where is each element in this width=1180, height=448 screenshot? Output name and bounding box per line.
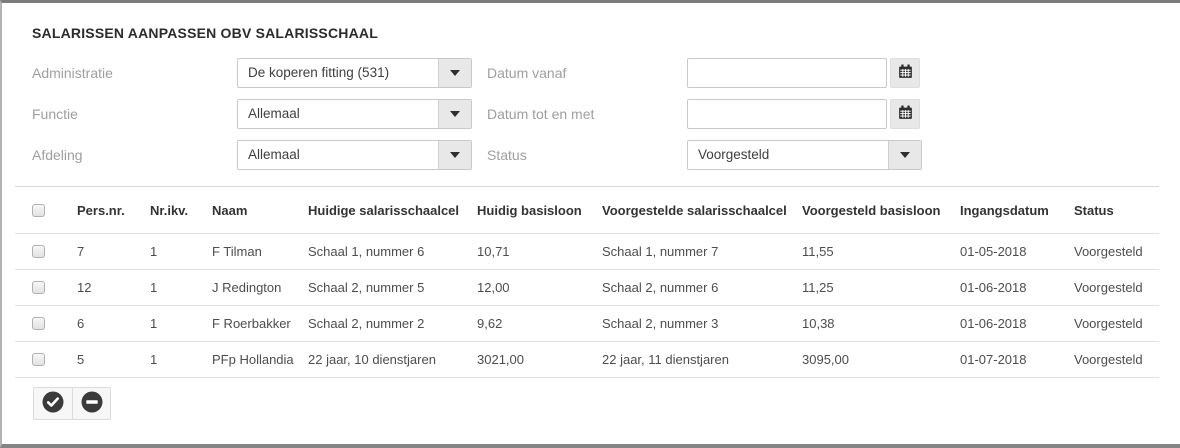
cell-huidige-cel: Schaal 2, nummer 5 [308, 270, 477, 306]
cell-voorgesteld-loon: 11,55 [802, 234, 960, 270]
chevron-down-icon [888, 141, 921, 169]
reject-button[interactable] [72, 388, 110, 419]
datum-vanaf-input[interactable] [687, 58, 887, 88]
check-circle-icon [42, 391, 64, 416]
cell-voorgesteld-loon: 11,25 [802, 270, 960, 306]
row-checkbox[interactable] [32, 317, 45, 330]
cell-naam: F Tilman [212, 234, 308, 270]
cell-status: Voorgesteld [1074, 270, 1159, 306]
col-voorgestelde-salarisschaalcel: Voorgestelde salarisschaalcel [602, 187, 802, 234]
administratie-select[interactable]: De koperen fitting (531) [237, 58, 472, 88]
afdeling-label: Afdeling [32, 140, 83, 170]
status-label: Status [487, 140, 527, 170]
col-pers-nr: Pers.nr. [77, 187, 150, 234]
cell-pers-nr: 12 [77, 270, 150, 306]
page-title: SALARISSEN AANPASSEN OBV SALARISSCHAAL [32, 25, 378, 41]
cell-ingangsdatum: 01-06-2018 [960, 306, 1074, 342]
administratie-label: Administratie [32, 58, 113, 88]
cell-nr-ikv: 1 [150, 234, 212, 270]
cell-naam: PFp Hollandia [212, 342, 308, 378]
cell-huidige-cel: 22 jaar, 10 dienstjaren [308, 342, 477, 378]
functie-label: Functie [32, 99, 78, 129]
datum-vanaf-field [687, 58, 920, 88]
col-huidig-basisloon: Huidig basisloon [477, 187, 602, 234]
row-actions [33, 387, 111, 420]
datum-vanaf-label: Datum vanaf [487, 58, 566, 88]
table-row: 6 1 F Roerbakker Schaal 2, nummer 2 9,62… [15, 306, 1159, 342]
cell-nr-ikv: 1 [150, 306, 212, 342]
datum-tot-label: Datum tot en met [487, 99, 594, 129]
cell-status: Voorgesteld [1074, 342, 1159, 378]
status-select[interactable]: Voorgesteld [687, 140, 922, 170]
col-nr-ikv: Nr.ikv. [150, 187, 212, 234]
minus-circle-icon [81, 391, 103, 416]
afdeling-select[interactable]: Allemaal [237, 140, 472, 170]
administratie-select-value: De koperen fitting (531) [238, 59, 438, 87]
cell-nr-ikv: 1 [150, 342, 212, 378]
cell-huidige-cel: Schaal 2, nummer 2 [308, 306, 477, 342]
datum-tot-field [687, 99, 920, 129]
functie-select[interactable]: Allemaal [237, 99, 472, 129]
salary-table: Pers.nr. Nr.ikv. Naam Huidige salarissch… [15, 186, 1159, 378]
col-naam: Naam [212, 187, 308, 234]
cell-voorgesteld-loon: 3095,00 [802, 342, 960, 378]
approve-button[interactable] [34, 388, 72, 419]
cell-huidig-loon: 12,00 [477, 270, 602, 306]
cell-status: Voorgesteld [1074, 306, 1159, 342]
cell-voorgestelde-cel: 22 jaar, 11 dienstjaren [602, 342, 802, 378]
calendar-icon [898, 105, 913, 123]
col-status: Status [1074, 187, 1159, 234]
cell-huidig-loon: 3021,00 [477, 342, 602, 378]
cell-naam: F Roerbakker [212, 306, 308, 342]
col-voorgesteld-basisloon: Voorgesteld basisloon [802, 187, 960, 234]
calendar-icon [898, 64, 913, 82]
chevron-down-icon [438, 100, 471, 128]
cell-ingangsdatum: 01-06-2018 [960, 270, 1074, 306]
cell-pers-nr: 7 [77, 234, 150, 270]
afdeling-select-value: Allemaal [238, 141, 438, 169]
row-checkbox[interactable] [32, 353, 45, 366]
cell-huidige-cel: Schaal 1, nummer 6 [308, 234, 477, 270]
cell-voorgestelde-cel: Schaal 2, nummer 3 [602, 306, 802, 342]
cell-huidig-loon: 10,71 [477, 234, 602, 270]
col-ingangsdatum: Ingangsdatum [960, 187, 1074, 234]
cell-pers-nr: 5 [77, 342, 150, 378]
calendar-icon-button[interactable] [890, 99, 920, 129]
cell-pers-nr: 6 [77, 306, 150, 342]
calendar-icon-button[interactable] [890, 58, 920, 88]
datum-tot-input[interactable] [687, 99, 887, 129]
salary-adjust-window: SALARISSEN AANPASSEN OBV SALARISSCHAAL A… [0, 0, 1180, 448]
table-row: 7 1 F Tilman Schaal 1, nummer 6 10,71 Sc… [15, 234, 1159, 270]
row-checkbox[interactable] [32, 245, 45, 258]
cell-ingangsdatum: 01-07-2018 [960, 342, 1074, 378]
row-checkbox[interactable] [32, 281, 45, 294]
col-huidige-salarisschaalcel: Huidige salarisschaalcel [308, 187, 477, 234]
cell-huidig-loon: 9,62 [477, 306, 602, 342]
functie-select-value: Allemaal [238, 100, 438, 128]
cell-ingangsdatum: 01-05-2018 [960, 234, 1074, 270]
cell-voorgesteld-loon: 10,38 [802, 306, 960, 342]
cell-status: Voorgesteld [1074, 234, 1159, 270]
chevron-down-icon [438, 141, 471, 169]
cell-nr-ikv: 1 [150, 270, 212, 306]
cell-voorgestelde-cel: Schaal 2, nummer 6 [602, 270, 802, 306]
select-all-checkbox[interactable] [32, 204, 45, 217]
table-row: 12 1 J Redington Schaal 2, nummer 5 12,0… [15, 270, 1159, 306]
cell-voorgestelde-cel: Schaal 1, nummer 7 [602, 234, 802, 270]
table-row: 5 1 PFp Hollandia 22 jaar, 10 dienstjare… [15, 342, 1159, 378]
cell-naam: J Redington [212, 270, 308, 306]
chevron-down-icon [438, 59, 471, 87]
status-select-value: Voorgesteld [688, 141, 888, 169]
table-header-row: Pers.nr. Nr.ikv. Naam Huidige salarissch… [15, 187, 1159, 234]
